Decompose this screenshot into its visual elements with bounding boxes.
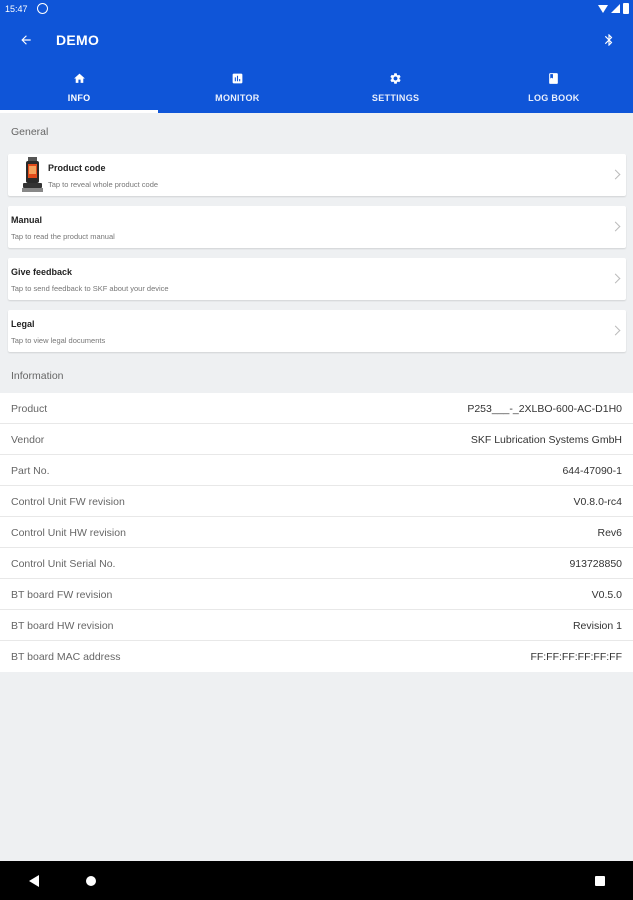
card-title: Give feedback (11, 267, 73, 277)
bluetooth-icon (604, 34, 613, 46)
chevron-right-icon (610, 169, 621, 180)
info-value: V0.5.0 (591, 589, 622, 601)
manual-card[interactable]: Manual Tap to read the product manual (8, 206, 626, 248)
nav-recents-icon[interactable] (595, 876, 605, 886)
card-subtitle: Tap to send feedback to SKF about your d… (11, 284, 169, 293)
info-row-cu-hw-revision: Control Unit HW revision Rev6 (0, 517, 633, 548)
info-label: Control Unit HW revision (11, 527, 126, 539)
tab-label: INFO (67, 93, 91, 103)
home-icon (72, 71, 86, 85)
tab-log-book[interactable]: LOG BOOK (475, 64, 633, 113)
info-label: Control Unit Serial No. (11, 558, 116, 570)
legal-card[interactable]: Legal Tap to view legal documents (8, 310, 626, 352)
info-row-bt-hw-revision: BT board HW revision Revision 1 (0, 610, 633, 641)
product-code-card[interactable]: Product code Tap to reveal whole product… (8, 154, 626, 196)
chevron-right-icon (610, 325, 621, 336)
wifi-icon (598, 4, 608, 13)
general-section-header: General (11, 126, 49, 138)
info-value: 913728850 (569, 558, 622, 570)
status-indicators (598, 3, 629, 14)
toolbar: DEMO (0, 20, 633, 60)
nav-home-icon[interactable] (86, 876, 96, 886)
info-row-bt-mac-address: BT board MAC address FF:FF:FF:FF:FF:FF (0, 641, 633, 672)
card-title: Manual (11, 215, 43, 225)
bluetooth-button[interactable] (597, 28, 621, 52)
system-nav-bar (0, 861, 633, 900)
tab-label: MONITOR (215, 93, 260, 103)
battery-icon (623, 3, 629, 14)
card-subtitle: Tap to reveal whole product code (48, 180, 159, 189)
information-list: Product P253___-_2XLBO-600-AC-D1H0 Vendo… (0, 393, 633, 672)
card-title: Product code (48, 163, 106, 173)
info-row-part-no: Part No. 644-47090-1 (0, 455, 633, 486)
info-row-bt-fw-revision: BT board FW revision V0.5.0 (0, 579, 633, 610)
card-title: Legal (11, 319, 35, 329)
tab-monitor[interactable]: MONITOR (158, 64, 316, 113)
status-time: 15:47 (5, 4, 28, 14)
info-label: BT board HW revision (11, 620, 114, 632)
monitor-chart-icon (230, 71, 244, 85)
back-button[interactable] (14, 28, 38, 52)
info-label: BT board FW revision (11, 589, 113, 601)
info-label: Part No. (11, 465, 50, 477)
info-label: Control Unit FW revision (11, 496, 125, 508)
info-value: Rev6 (597, 527, 622, 539)
card-subtitle: Tap to read the product manual (11, 232, 115, 241)
tab-label: LOG BOOK (528, 93, 580, 103)
book-icon (547, 71, 561, 85)
info-label: Vendor (11, 434, 45, 446)
info-value: 644-47090-1 (562, 465, 622, 477)
info-label: Product (11, 403, 48, 415)
chevron-right-icon (610, 221, 621, 232)
info-value: SKF Lubrication Systems GmbH (470, 434, 622, 446)
notification-icon (37, 3, 48, 14)
give-feedback-card[interactable]: Give feedback Tap to send feedback to SK… (8, 258, 626, 300)
signal-icon (611, 4, 620, 13)
info-value: P253___-_2XLBO-600-AC-D1H0 (467, 403, 622, 415)
gear-icon (389, 71, 403, 85)
app-header: 15:47 DEMO INFO MONITOR SETTINGS LOG BOO… (0, 0, 633, 113)
arrow-left-icon (21, 35, 31, 45)
chevron-right-icon (610, 273, 621, 284)
info-label: BT board MAC address (11, 651, 121, 663)
info-value: Revision 1 (572, 620, 622, 632)
active-tab-indicator (0, 110, 159, 113)
info-row-product: Product P253___-_2XLBO-600-AC-D1H0 (0, 393, 633, 424)
nav-back-icon[interactable] (29, 875, 39, 887)
product-image (22, 157, 43, 192)
info-value: FF:FF:FF:FF:FF:FF (530, 651, 622, 663)
information-section-header: Information (11, 370, 64, 382)
tab-bar: INFO MONITOR SETTINGS LOG BOOK (0, 64, 633, 113)
tab-label: SETTINGS (371, 93, 420, 103)
tab-info[interactable]: INFO (0, 64, 159, 113)
tab-settings[interactable]: SETTINGS (317, 64, 475, 113)
card-subtitle: Tap to view legal documents (11, 336, 106, 345)
status-bar: 15:47 (0, 0, 633, 18)
info-row-vendor: Vendor SKF Lubrication Systems GmbH (0, 424, 633, 455)
info-row-cu-fw-revision: Control Unit FW revision V0.8.0-rc4 (0, 486, 633, 517)
page-title: DEMO (56, 32, 100, 48)
info-value: V0.8.0-rc4 (573, 496, 622, 508)
info-row-cu-serial-no: Control Unit Serial No. 913728850 (0, 548, 633, 579)
